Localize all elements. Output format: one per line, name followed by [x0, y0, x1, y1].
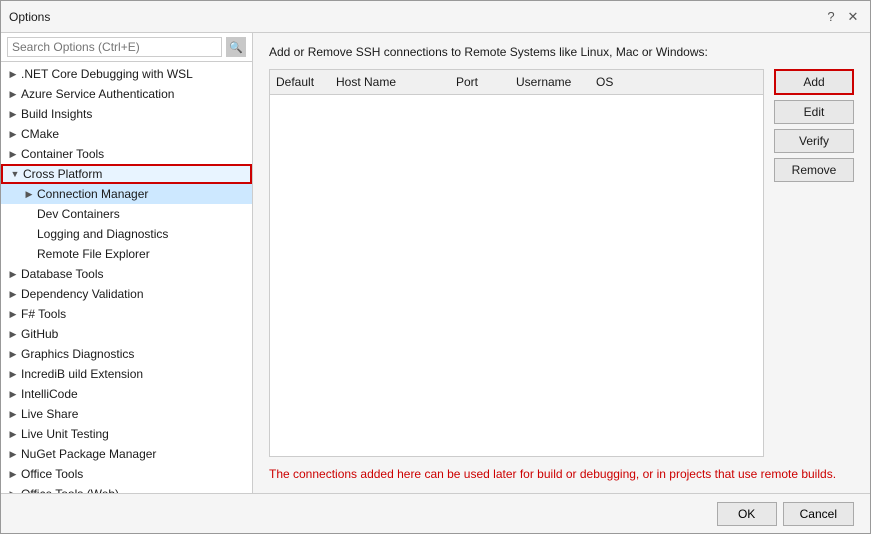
tree-item-cmake[interactable]: ▶CMake [1, 124, 252, 144]
tree-item-graphics-diagnostics[interactable]: ▶Graphics Diagnostics [1, 344, 252, 364]
table-header: Default Host Name Port Username OS [270, 70, 763, 95]
expand-icon-connection-manager: ▶ [21, 186, 37, 202]
tree-label-build-insights: Build Insights [21, 107, 92, 121]
expand-icon-cross-platform: ▼ [7, 166, 23, 182]
search-icon-button[interactable]: 🔍 [226, 37, 246, 57]
tree-item-connection-manager[interactable]: ▶Connection Manager [1, 184, 252, 204]
tree-container: ▶.NET Core Debugging with WSL▶Azure Serv… [1, 62, 252, 493]
table-area: Default Host Name Port Username OS [269, 69, 764, 457]
tree-item-fsharp-tools[interactable]: ▶F# Tools [1, 304, 252, 324]
tree-item-azure-service[interactable]: ▶Azure Service Authentication [1, 84, 252, 104]
tree-item-live-unit-testing[interactable]: ▶Live Unit Testing [1, 424, 252, 444]
left-panel: 🔍 ▶.NET Core Debugging with WSL▶Azure Se… [1, 33, 253, 493]
tree-item-remote-file-explorer[interactable]: Remote File Explorer [1, 244, 252, 264]
title-bar: Options ? ✕ [1, 1, 870, 33]
tree-item-build-insights[interactable]: ▶Build Insights [1, 104, 252, 124]
expand-icon-dev-containers [21, 206, 37, 222]
tree-item-database-tools[interactable]: ▶Database Tools [1, 264, 252, 284]
expand-icon-office-tools: ▶ [5, 466, 21, 482]
expand-icon-office-tools-web: ▶ [5, 486, 21, 493]
tree-label-graphics-diagnostics: Graphics Diagnostics [21, 347, 134, 361]
tree-label-container-tools: Container Tools [21, 147, 104, 161]
expand-icon-logging-diagnostics [21, 226, 37, 242]
expand-icon-live-share: ▶ [5, 406, 21, 422]
expand-icon-cmake: ▶ [5, 126, 21, 142]
tree-item-dev-containers[interactable]: Dev Containers [1, 204, 252, 224]
table-body [270, 95, 763, 456]
close-button[interactable]: ✕ [844, 8, 862, 26]
ok-button[interactable]: OK [717, 502, 777, 526]
expand-icon-nuget-manager: ▶ [5, 446, 21, 462]
title-controls: ? ✕ [822, 8, 862, 26]
expand-icon-graphics-diagnostics: ▶ [5, 346, 21, 362]
tree-label-fsharp-tools: F# Tools [21, 307, 66, 321]
tree-item-office-tools-web[interactable]: ▶Office Tools (Web) [1, 484, 252, 493]
tree-item-net-core[interactable]: ▶.NET Core Debugging with WSL [1, 64, 252, 84]
tree-item-logging-diagnostics[interactable]: Logging and Diagnostics [1, 224, 252, 244]
tree-label-logging-diagnostics: Logging and Diagnostics [37, 227, 168, 241]
tree-label-dependency-validation: Dependency Validation [21, 287, 144, 301]
search-box: 🔍 [1, 33, 252, 62]
content-area: Default Host Name Port Username OS Add E… [269, 69, 854, 457]
right-panel: Add or Remove SSH connections to Remote … [253, 33, 870, 493]
expand-icon-database-tools: ▶ [5, 266, 21, 282]
expand-icon-github: ▶ [5, 326, 21, 342]
expand-icon-fsharp-tools: ▶ [5, 306, 21, 322]
dialog-footer: OK Cancel [1, 493, 870, 533]
tree-label-cmake: CMake [21, 127, 59, 141]
expand-icon-build-insights: ▶ [5, 106, 21, 122]
tree-item-nuget-manager[interactable]: ▶NuGet Package Manager [1, 444, 252, 464]
col-hostname-header: Host Name [330, 73, 450, 91]
tree-label-net-core: .NET Core Debugging with WSL [21, 67, 193, 81]
tree-label-live-unit-testing: Live Unit Testing [21, 427, 109, 441]
tree-label-cross-platform: Cross Platform [23, 167, 102, 181]
col-os-header: OS [590, 73, 650, 91]
tree-item-github[interactable]: ▶GitHub [1, 324, 252, 344]
tree-label-azure-service: Azure Service Authentication [21, 87, 174, 101]
bottom-note: The connections added here can be used l… [269, 467, 854, 481]
expand-icon-live-unit-testing: ▶ [5, 426, 21, 442]
expand-icon-azure-service: ▶ [5, 86, 21, 102]
right-description: Add or Remove SSH connections to Remote … [269, 45, 854, 59]
tree-item-incredibuild[interactable]: ▶IncrediB uild Extension [1, 364, 252, 384]
col-username-header: Username [510, 73, 590, 91]
expand-icon-remote-file-explorer [21, 246, 37, 262]
options-dialog: Options ? ✕ 🔍 ▶.NET Core Debugging with … [0, 0, 871, 534]
col-port-header: Port [450, 73, 510, 91]
verify-button[interactable]: Verify [774, 129, 854, 153]
tree-label-github: GitHub [21, 327, 58, 341]
expand-icon-container-tools: ▶ [5, 146, 21, 162]
tree-label-incredibuild: IncrediB uild Extension [21, 367, 143, 381]
right-buttons: Add Edit Verify Remove [774, 69, 854, 457]
cancel-button[interactable]: Cancel [783, 502, 854, 526]
col-default-header: Default [270, 73, 330, 91]
tree-label-remote-file-explorer: Remote File Explorer [37, 247, 150, 261]
tree-item-intellicode[interactable]: ▶IntelliCode [1, 384, 252, 404]
tree-label-dev-containers: Dev Containers [37, 207, 120, 221]
remove-button[interactable]: Remove [774, 158, 854, 182]
dialog-body: 🔍 ▶.NET Core Debugging with WSL▶Azure Se… [1, 33, 870, 493]
expand-icon-incredibuild: ▶ [5, 366, 21, 382]
help-button[interactable]: ? [822, 8, 840, 26]
tree-label-office-tools: Office Tools [21, 467, 83, 481]
tree-item-dependency-validation[interactable]: ▶Dependency Validation [1, 284, 252, 304]
add-button[interactable]: Add [774, 69, 854, 95]
tree-label-intellicode: IntelliCode [21, 387, 78, 401]
tree-item-container-tools[interactable]: ▶Container Tools [1, 144, 252, 164]
tree-item-live-share[interactable]: ▶Live Share [1, 404, 252, 424]
tree-label-nuget-manager: NuGet Package Manager [21, 447, 156, 461]
tree-item-office-tools[interactable]: ▶Office Tools [1, 464, 252, 484]
expand-icon-intellicode: ▶ [5, 386, 21, 402]
expand-icon-dependency-validation: ▶ [5, 286, 21, 302]
expand-icon-net-core: ▶ [5, 66, 21, 82]
dialog-title: Options [9, 10, 50, 24]
tree-label-live-share: Live Share [21, 407, 78, 421]
tree-item-cross-platform[interactable]: ▼Cross Platform [1, 164, 252, 184]
tree-label-database-tools: Database Tools [21, 267, 104, 281]
tree-label-connection-manager: Connection Manager [37, 187, 148, 201]
edit-button[interactable]: Edit [774, 100, 854, 124]
search-input[interactable] [7, 37, 222, 57]
